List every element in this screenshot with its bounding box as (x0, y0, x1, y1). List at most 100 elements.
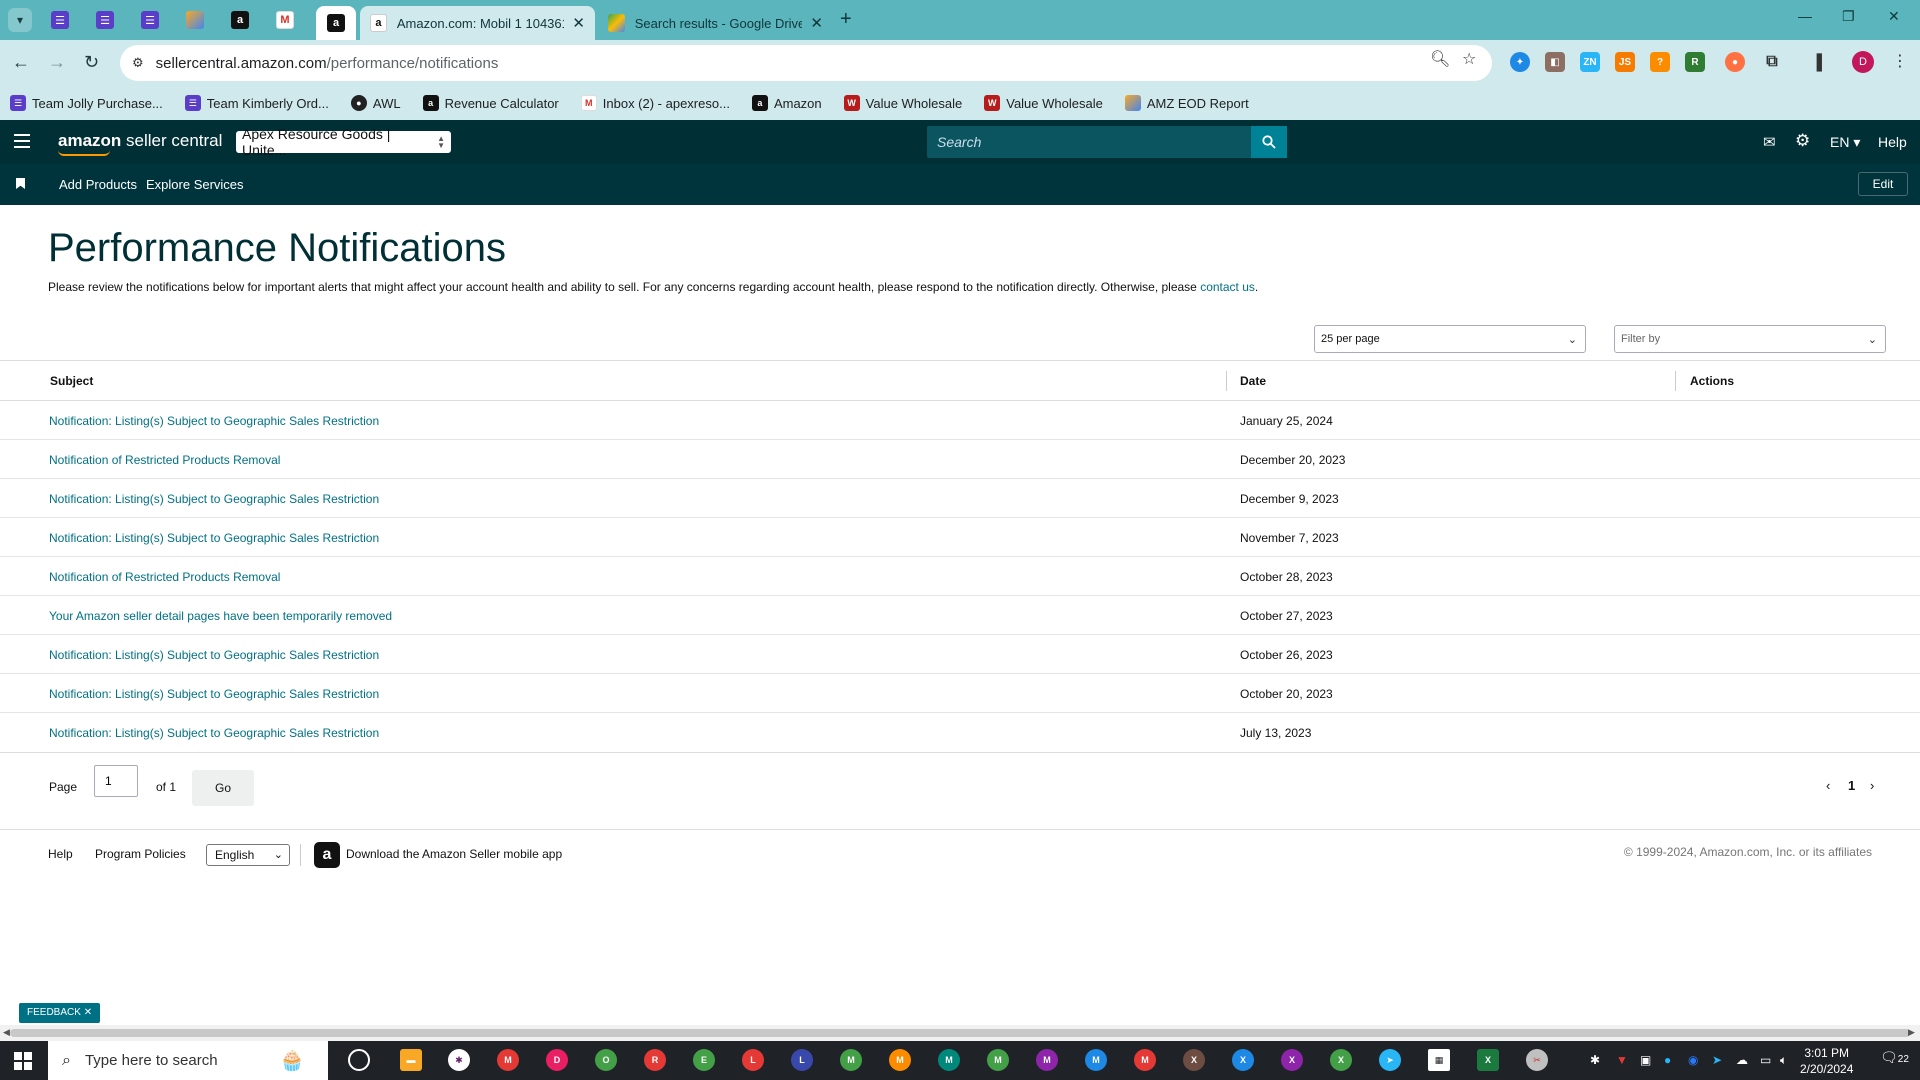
back-icon[interactable]: ← (12, 52, 30, 73)
address-bar[interactable]: ⚙ sellercentral.amazon.com/performance/n… (120, 45, 1492, 81)
bookmark-item[interactable]: ☰ Team Jolly Purchase... (10, 95, 163, 111)
extension-icon[interactable]: R (1685, 52, 1705, 72)
chrome-icon[interactable]: X (1281, 1049, 1303, 1071)
chrome-icon[interactable]: L (791, 1049, 813, 1071)
notification-center-icon[interactable]: 🗨︎22 (1880, 1049, 1909, 1066)
excel-icon[interactable]: X (1477, 1049, 1499, 1071)
volume-icon[interactable]: 🔈︎ (1780, 1053, 1787, 1068)
pinned-tab-gmail[interactable]: M (265, 6, 305, 34)
feedback-button[interactable]: FEEDBACK ✕ (19, 1003, 101, 1023)
download-app-link[interactable]: Download the Amazon Seller mobile app (346, 847, 562, 861)
tray-app-icon[interactable]: ● (1664, 1053, 1671, 1067)
pinned-tab-team-kimberly[interactable]: ☰ (85, 6, 125, 34)
search-button[interactable] (1251, 126, 1287, 158)
tray-app-icon[interactable]: ➤ (1712, 1053, 1722, 1067)
close-icon[interactable]: ✕ (84, 1007, 92, 1018)
pinned-tab-list[interactable]: ☰ (130, 6, 170, 34)
notification-subject-link[interactable]: Notification of Restricted Products Remo… (49, 453, 280, 467)
chrome-icon[interactable]: M (1036, 1049, 1058, 1071)
language-selector[interactable]: EN ▾ (1830, 134, 1860, 151)
bookmark-star-icon[interactable]: ☆ (1462, 49, 1476, 69)
page-number-input[interactable] (94, 765, 138, 797)
minimize-button[interactable]: — (1798, 8, 1812, 24)
chrome-icon[interactable]: M (497, 1049, 519, 1071)
footer-language-select[interactable]: English ⌄ (206, 844, 290, 866)
column-header-subject[interactable]: Subject (50, 374, 93, 388)
network-icon[interactable]: ▭ (1760, 1053, 1771, 1067)
bookmark-item[interactable]: M Inbox (2) - apexreso... (580, 95, 730, 111)
notification-subject-link[interactable]: Notification: Listing(s) Subject to Geog… (49, 531, 379, 545)
chrome-icon[interactable]: M (938, 1049, 960, 1071)
bookmark-item[interactable]: ● AWL (350, 95, 401, 111)
close-icon[interactable]: ✕ (810, 14, 823, 32)
nav-explore-services[interactable]: Explore Services (146, 177, 244, 192)
cloud-icon[interactable]: ☁ (1736, 1053, 1748, 1067)
extension-icon[interactable]: ● (1725, 52, 1745, 72)
zoom-icon[interactable]: 🔍︎ (1430, 49, 1450, 69)
notification-subject-link[interactable]: Notification of Restricted Products Remo… (49, 570, 280, 584)
bookmark-item[interactable]: AMZ EOD Report (1124, 95, 1249, 111)
horizontal-scrollbar[interactable]: ◀ ▶ (0, 1025, 1920, 1041)
bookmark-item[interactable]: ☰ Team Kimberly Ord... (184, 95, 329, 111)
pinned-tab-eod-report[interactable] (175, 6, 215, 34)
chrome-icon[interactable]: M (1085, 1049, 1107, 1071)
hamburger-menu-icon[interactable] (14, 134, 30, 148)
tray-app-icon[interactable]: ◉ (1688, 1053, 1698, 1067)
tray-app-icon[interactable]: ▼ (1616, 1053, 1628, 1067)
notification-subject-link[interactable]: Your Amazon seller detail pages have bee… (49, 609, 392, 623)
taskbar-clock[interactable]: 3:01 PM 2/20/2024 (1800, 1045, 1853, 1077)
next-page-icon[interactable]: › (1870, 778, 1874, 793)
seller-central-logo[interactable]: amazon seller central (58, 131, 222, 156)
mail-icon[interactable]: ✉ (1763, 133, 1776, 151)
reload-icon[interactable]: ↻ (84, 52, 99, 73)
restore-button[interactable]: ❐ (1842, 8, 1855, 25)
scrollbar-thumb[interactable] (10, 1029, 1910, 1037)
edit-nav-button[interactable]: Edit (1858, 172, 1908, 196)
notification-subject-link[interactable]: Notification: Listing(s) Subject to Geog… (49, 726, 379, 740)
notification-subject-link[interactable]: Notification: Listing(s) Subject to Geog… (49, 687, 379, 701)
windows-start-icon[interactable] (14, 1052, 32, 1070)
task-view-icon[interactable] (348, 1049, 370, 1071)
search-bar[interactable]: Search (927, 126, 1287, 158)
chrome-icon[interactable]: X (1183, 1049, 1205, 1071)
telegram-icon[interactable]: ➤ (1379, 1049, 1401, 1071)
contact-us-link[interactable]: contact us (1200, 280, 1255, 294)
bookmark-icon[interactable] (16, 178, 25, 189)
notification-subject-link[interactable]: Notification: Listing(s) Subject to Geog… (49, 414, 379, 428)
calculator-icon[interactable]: ▦ (1428, 1049, 1450, 1071)
new-tab-button[interactable]: + (840, 8, 852, 31)
taskbar-search[interactable]: ⌕ Type here to search 🧁 (48, 1041, 328, 1080)
extension-icon[interactable]: JS (1615, 52, 1635, 72)
chrome-icon[interactable]: M (889, 1049, 911, 1071)
bookmark-item[interactable]: a Amazon (751, 95, 822, 111)
pinned-tab-seller-central[interactable]: a (316, 6, 356, 40)
profile-avatar[interactable]: D (1852, 51, 1874, 73)
help-link[interactable]: Help (1878, 134, 1907, 150)
scroll-left-icon[interactable]: ◀ (3, 1027, 10, 1038)
bookmark-item[interactable]: a Revenue Calculator (422, 95, 559, 111)
tray-app-icon[interactable]: ▣ (1640, 1053, 1651, 1067)
chrome-icon[interactable]: M (840, 1049, 862, 1071)
chrome-icon[interactable]: M (987, 1049, 1009, 1071)
pinned-tab-team-jolly[interactable]: ☰ (40, 6, 80, 34)
slack-icon[interactable]: ✱ (448, 1049, 470, 1071)
chrome-icon[interactable]: X (1330, 1049, 1352, 1071)
per-page-select[interactable]: 25 per page ⌄ (1314, 325, 1586, 353)
side-panel-icon[interactable]: ▌ (1812, 52, 1832, 72)
chrome-icon[interactable]: D (546, 1049, 568, 1071)
scroll-right-icon[interactable]: ▶ (1908, 1027, 1915, 1038)
pinned-tab-amazon[interactable]: a (220, 6, 260, 34)
chrome-icon[interactable]: E (693, 1049, 715, 1071)
extension-icon[interactable]: ✦ (1510, 52, 1530, 72)
extensions-puzzle-icon[interactable]: ⧉ (1762, 52, 1782, 72)
extension-icon[interactable]: ZN (1580, 52, 1600, 72)
go-button[interactable]: Go (192, 770, 254, 806)
amazon-seller-app-icon[interactable]: a (314, 842, 340, 868)
program-policies-link[interactable]: Program Policies (95, 847, 186, 861)
forward-icon[interactable]: → (48, 52, 66, 73)
column-header-date[interactable]: Date (1240, 374, 1266, 388)
notification-subject-link[interactable]: Notification: Listing(s) Subject to Geog… (49, 648, 379, 662)
menu-kebab-icon[interactable]: ⋮ (1892, 51, 1908, 71)
snip-icon[interactable]: ✂ (1526, 1049, 1548, 1071)
bookmark-item[interactable]: W Value Wholesale (843, 95, 962, 111)
